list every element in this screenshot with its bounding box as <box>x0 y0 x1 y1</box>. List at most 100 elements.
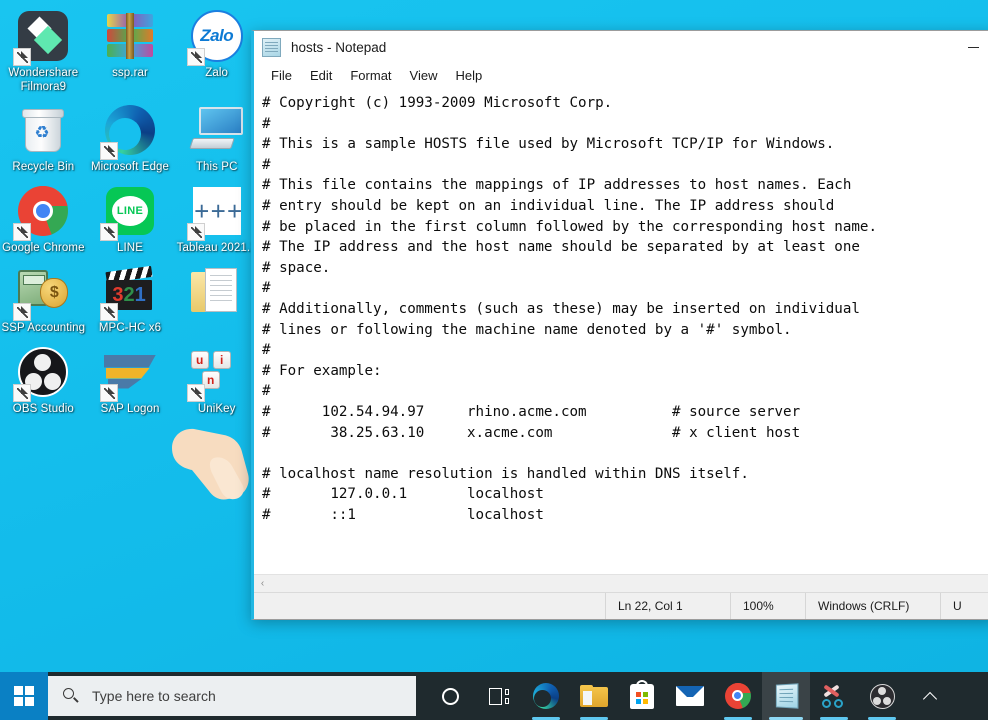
desktop-icon-line[interactable]: LINE LINE <box>87 175 174 256</box>
window-title: hosts - Notepad <box>291 39 387 55</box>
menu-item-edit[interactable]: Edit <box>301 65 341 87</box>
tableau-icon: + + + <box>186 183 245 241</box>
scroll-left-arrow-icon[interactable]: ‹ <box>254 575 271 592</box>
search-placeholder: Type here to search <box>92 688 216 704</box>
taskbar: Type here to search <box>0 672 988 720</box>
desktop-icon-sap-logon[interactable]: SAP Logon <box>87 336 174 417</box>
shortcut-arrow-icon <box>13 303 32 321</box>
start-button[interactable] <box>0 672 48 720</box>
taskbar-item-obs-studio[interactable] <box>858 672 906 720</box>
line-glyph: LINE <box>112 195 148 226</box>
unikey-icon: u i n <box>186 344 245 402</box>
menu-item-view[interactable]: View <box>401 65 447 87</box>
mpc-hc-icon: 321 <box>100 263 158 321</box>
google-chrome-icon <box>13 183 71 241</box>
desktop-icon-label: SSP Accounting <box>1 322 86 334</box>
desktop-icon-this-pc[interactable]: This PC <box>173 94 260 175</box>
desktop-icon-unikey[interactable]: u i n UniKey <box>173 336 260 417</box>
windows-logo-icon <box>14 686 34 706</box>
desktop-icon-row: Google Chrome LINE LINE + + + Tableau 20… <box>0 175 260 256</box>
status-cursor-position: Ln 22, Col 1 <box>605 593 730 619</box>
desktop-icon-label: SAP Logon <box>100 402 160 415</box>
taskbar-item-edge[interactable] <box>522 672 570 720</box>
window-controls <box>951 31 988 63</box>
desktop-icon-label: Tableau 2021.1 <box>176 241 257 254</box>
sap-logon-icon <box>100 344 158 402</box>
google-chrome-icon <box>725 683 751 709</box>
shortcut-arrow-icon <box>100 142 118 160</box>
taskbar-item-task-view[interactable] <box>474 672 522 720</box>
shortcut-arrow-icon <box>100 383 118 402</box>
desktop-icon-obs-studio[interactable]: OBS Studio <box>0 336 87 417</box>
taskbar-icon-strip <box>416 672 988 720</box>
desktop-icon-wondershare-filmora9[interactable]: Wondershare Filmora9 <box>0 0 87 94</box>
desktop-icon-label: Wondershare Filmora9 <box>8 67 79 93</box>
statusbar-spacer <box>254 593 605 619</box>
menu-item-file[interactable]: File <box>262 65 301 87</box>
taskbar-item-mail[interactable] <box>666 672 714 720</box>
desktop-icon-label: Microsoft Edge <box>90 161 170 173</box>
notepad-icon <box>262 37 281 57</box>
taskbar-item-show-hidden-icons[interactable] <box>906 672 954 720</box>
status-line-ending: Windows (CRLF) <box>805 593 940 619</box>
horizontal-scrollbar[interactable]: ‹ <box>254 574 988 592</box>
shortcut-arrow-icon <box>186 383 205 402</box>
taskbar-item-chrome[interactable] <box>714 672 762 720</box>
desktop-icon-microsoft-edge[interactable]: Microsoft Edge <box>87 94 174 175</box>
mpc-digit: 1 <box>134 283 146 306</box>
chevron-up-icon <box>923 689 937 703</box>
desktop-icon-folder-documents[interactable] <box>173 255 260 336</box>
notepad-statusbar: Ln 22, Col 1 100% Windows (CRLF) U <box>254 592 988 619</box>
desktop-icon-label: Recycle Bin <box>12 161 75 173</box>
shortcut-arrow-icon <box>186 222 205 241</box>
notepad-icon <box>775 683 798 709</box>
unikey-key: u <box>190 350 209 369</box>
shortcut-arrow-icon <box>13 383 32 402</box>
desktop-icon-zalo[interactable]: Zalo Zalo <box>173 0 260 94</box>
mail-icon <box>676 686 704 706</box>
notepad-text-area[interactable]: # Copyright (c) 1993-2009 Microsoft Corp… <box>254 89 988 574</box>
obs-studio-icon <box>13 344 71 402</box>
taskbar-item-notepad[interactable] <box>762 672 810 720</box>
taskbar-item-file-explorer[interactable] <box>570 672 618 720</box>
taskbar-item-cortana[interactable] <box>426 672 474 720</box>
recycle-bin-icon: ♻ <box>15 102 71 158</box>
folder-documents-icon <box>189 263 245 319</box>
minimize-icon <box>967 46 979 48</box>
status-zoom-level: 100% <box>730 593 805 619</box>
desktop-background[interactable]: Wondershare Filmora9 ssp.rar Zalo Zalo ♻… <box>0 0 988 672</box>
desktop-icon-mpc-hc[interactable]: 321 MPC-HC x6 <box>87 255 174 336</box>
desktop-icon-label: Google Chrome <box>2 241 85 254</box>
shortcut-arrow-icon <box>100 303 118 321</box>
minimize-button[interactable] <box>951 31 988 63</box>
ssp-accounting-icon: $ <box>13 263 71 321</box>
menu-item-format[interactable]: Format <box>341 65 400 87</box>
search-input[interactable]: Type here to search <box>48 676 416 716</box>
hand-pointer-cursor <box>172 428 249 500</box>
mpc-digit: 2 <box>123 283 135 306</box>
zalo-icon: Zalo <box>186 8 245 66</box>
desktop-icon-label: UniKey <box>197 402 236 415</box>
snipping-tool-icon <box>821 684 847 708</box>
desktop-icon-row: OBS Studio SAP Logon u i n UniKey <box>0 336 260 417</box>
desktop-icon-recycle-bin[interactable]: ♻ Recycle Bin <box>0 94 87 175</box>
notepad-titlebar[interactable]: hosts - Notepad <box>254 31 988 63</box>
desktop-icon-google-chrome[interactable]: Google Chrome <box>0 175 87 256</box>
taskbar-item-snipping-tool[interactable] <box>810 672 858 720</box>
shortcut-arrow-icon <box>100 222 118 241</box>
notepad-window[interactable]: hosts - Notepad File Edit Format View He… <box>251 30 988 620</box>
desktop-icon-row: ♻ Recycle Bin Microsoft Edge This PC <box>0 94 260 175</box>
desktop-icon-ssp-rar[interactable]: ssp.rar <box>87 0 174 94</box>
notepad-menubar[interactable]: File Edit Format View Help <box>254 63 988 89</box>
desktop-icon-tableau[interactable]: + + + Tableau 2021.1 <box>173 175 260 256</box>
desktop-icon-ssp-accounting[interactable]: $ SSP Accounting <box>0 255 87 336</box>
desktop-icon-row: Wondershare Filmora9 ssp.rar Zalo Zalo <box>0 0 260 94</box>
money-glyph: $ <box>40 278 69 308</box>
desktop-icon-label: OBS Studio <box>12 402 74 415</box>
obs-studio-icon <box>869 683 895 709</box>
hosts-file-content[interactable]: # Copyright (c) 1993-2009 Microsoft Corp… <box>262 93 988 525</box>
taskbar-item-store[interactable] <box>618 672 666 720</box>
winrar-archive-icon <box>102 8 158 64</box>
menu-item-help[interactable]: Help <box>446 65 491 87</box>
cortana-icon <box>441 687 459 705</box>
